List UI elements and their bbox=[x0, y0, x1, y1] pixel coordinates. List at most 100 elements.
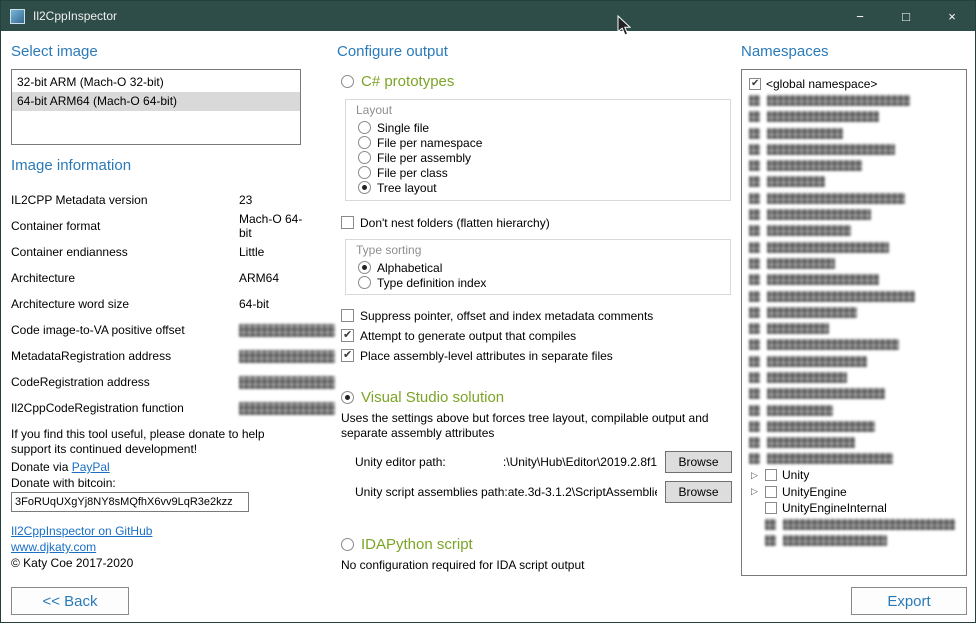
redacted-checkbox bbox=[749, 193, 760, 204]
image-list-item[interactable]: 32-bit ARM (Mach-O 32-bit) bbox=[12, 73, 300, 92]
bitcoin-address-input[interactable] bbox=[11, 492, 249, 512]
namespace-row[interactable]: <global namespace> bbox=[749, 76, 966, 92]
image-list[interactable]: 32-bit ARM (Mach-O 32-bit)64-bit ARM64 (… bbox=[11, 69, 301, 145]
namespace-label: <global namespace> bbox=[766, 77, 877, 91]
ida-radio[interactable] bbox=[341, 538, 354, 551]
info-label: Architecture bbox=[11, 271, 239, 285]
layout-option-radio[interactable] bbox=[358, 166, 371, 179]
namespace-row[interactable] bbox=[749, 272, 966, 288]
browse-button[interactable]: Browse bbox=[665, 451, 732, 473]
redacted-namespace bbox=[767, 421, 875, 432]
layout-option-radio[interactable] bbox=[358, 121, 371, 134]
paypal-link[interactable]: PayPal bbox=[72, 460, 110, 474]
website-link[interactable]: www.djkaty.com bbox=[11, 540, 96, 554]
namespace-row[interactable] bbox=[749, 141, 966, 157]
namespace-row[interactable] bbox=[749, 174, 966, 190]
namespace-row[interactable] bbox=[749, 353, 966, 369]
info-table: IL2CPP Metadata version23Container forma… bbox=[11, 187, 303, 421]
layout-option-label: File per namespace bbox=[377, 136, 482, 150]
output-checkbox[interactable] bbox=[341, 309, 354, 322]
namespace-checkbox[interactable] bbox=[765, 486, 777, 498]
namespace-checkbox[interactable] bbox=[765, 502, 777, 514]
layout-option-row[interactable]: Single file bbox=[358, 120, 726, 135]
namespace-row[interactable] bbox=[749, 532, 966, 548]
info-label: MetadataRegistration address bbox=[11, 349, 239, 363]
layout-option-radio[interactable] bbox=[358, 136, 371, 149]
expander-icon[interactable]: ▷ bbox=[749, 470, 760, 481]
namespace-row[interactable] bbox=[749, 255, 966, 271]
csharp-label: C# prototypes bbox=[361, 73, 454, 90]
window-title: Il2CppInspector bbox=[33, 9, 117, 23]
namespace-row[interactable]: UnityEngineInternal bbox=[749, 500, 966, 516]
redacted-checkbox bbox=[749, 144, 760, 155]
flatten-checkbox-row[interactable]: Don't nest folders (flatten hierarchy) bbox=[341, 215, 550, 230]
info-label: Container endianness bbox=[11, 245, 239, 259]
namespace-row[interactable] bbox=[749, 320, 966, 336]
back-button[interactable]: << Back bbox=[11, 587, 129, 615]
output-checkbox-row[interactable]: Suppress pointer, offset and index metad… bbox=[341, 308, 653, 323]
namespace-row[interactable] bbox=[749, 304, 966, 320]
namespace-tree[interactable]: <global namespace> ▷Unity▷UnityEngineUnit… bbox=[741, 69, 967, 576]
sorting-option-row[interactable]: Type definition index bbox=[358, 275, 726, 290]
info-row: IL2CPP Metadata version23 bbox=[11, 187, 303, 213]
redacted-checkbox bbox=[749, 128, 760, 139]
namespace-row[interactable] bbox=[749, 288, 966, 304]
visual-studio-option[interactable]: Visual Studio solution bbox=[341, 389, 504, 406]
titlebar[interactable]: Il2CppInspector − □ × bbox=[1, 1, 975, 31]
namespace-row[interactable] bbox=[749, 337, 966, 353]
output-checkbox[interactable] bbox=[341, 349, 354, 362]
idapython-option[interactable]: IDAPython script bbox=[341, 536, 473, 553]
namespace-row[interactable] bbox=[749, 369, 966, 385]
namespace-row[interactable]: ▷UnityEngine bbox=[749, 483, 966, 499]
namespace-row[interactable] bbox=[749, 190, 966, 206]
flatten-checkbox[interactable] bbox=[341, 216, 354, 229]
redacted-checkbox bbox=[749, 209, 760, 220]
layout-group-caption: Layout bbox=[356, 103, 392, 117]
namespace-row[interactable] bbox=[749, 418, 966, 434]
namespace-row[interactable] bbox=[749, 239, 966, 255]
info-label: Il2CppCodeRegistration function bbox=[11, 401, 239, 415]
layout-option-row[interactable]: File per class bbox=[358, 165, 726, 180]
minimize-icon[interactable]: − bbox=[837, 1, 883, 31]
namespace-checkbox[interactable] bbox=[765, 469, 777, 481]
visual-studio-radio[interactable] bbox=[341, 391, 354, 404]
namespace-row[interactable] bbox=[749, 435, 966, 451]
layout-option-radio[interactable] bbox=[358, 151, 371, 164]
redacted-checkbox bbox=[749, 176, 760, 187]
browse-button[interactable]: Browse bbox=[665, 481, 732, 503]
layout-option-row[interactable]: File per namespace bbox=[358, 135, 726, 150]
output-checkbox-row[interactable]: Attempt to generate output that compiles bbox=[341, 328, 653, 343]
sorting-option-radio[interactable] bbox=[358, 261, 371, 274]
maximize-icon[interactable]: □ bbox=[883, 1, 929, 31]
sorting-option-radio[interactable] bbox=[358, 276, 371, 289]
csharp-radio[interactable] bbox=[341, 75, 354, 88]
layout-option-row[interactable]: File per assembly bbox=[358, 150, 726, 165]
info-row: MetadataRegistration address bbox=[11, 343, 303, 369]
sorting-option-row[interactable]: Alphabetical bbox=[358, 260, 726, 275]
output-checkbox-row[interactable]: Place assembly-level attributes in separ… bbox=[341, 348, 653, 363]
namespace-row[interactable] bbox=[749, 223, 966, 239]
namespace-row[interactable] bbox=[749, 206, 966, 222]
namespace-row[interactable] bbox=[749, 516, 966, 532]
namespace-row[interactable] bbox=[749, 451, 966, 467]
namespace-checkbox[interactable] bbox=[749, 78, 761, 90]
image-list-item[interactable]: 64-bit ARM64 (Mach-O 64-bit) bbox=[12, 92, 300, 111]
layout-option-row[interactable]: Tree layout bbox=[358, 180, 726, 195]
namespace-row[interactable] bbox=[749, 386, 966, 402]
export-button[interactable]: Export bbox=[851, 587, 967, 615]
csharp-prototypes-option[interactable]: C# prototypes bbox=[341, 73, 454, 90]
app-icon bbox=[10, 9, 25, 24]
namespace-row[interactable] bbox=[749, 109, 966, 125]
namespace-row[interactable] bbox=[749, 92, 966, 108]
expander-icon[interactable]: ▷ bbox=[749, 486, 760, 497]
configure-panel: Configure output C# prototypes Layout Si… bbox=[337, 31, 733, 624]
namespace-row[interactable] bbox=[749, 402, 966, 418]
namespace-row[interactable] bbox=[749, 125, 966, 141]
field-label: Unity editor path: bbox=[355, 455, 446, 469]
output-checkbox[interactable] bbox=[341, 329, 354, 342]
github-link[interactable]: Il2CppInspector on GitHub bbox=[11, 524, 152, 538]
namespace-row[interactable]: ▷Unity bbox=[749, 467, 966, 483]
namespace-row[interactable] bbox=[749, 157, 966, 173]
close-icon[interactable]: × bbox=[929, 1, 975, 31]
layout-option-radio[interactable] bbox=[358, 181, 371, 194]
